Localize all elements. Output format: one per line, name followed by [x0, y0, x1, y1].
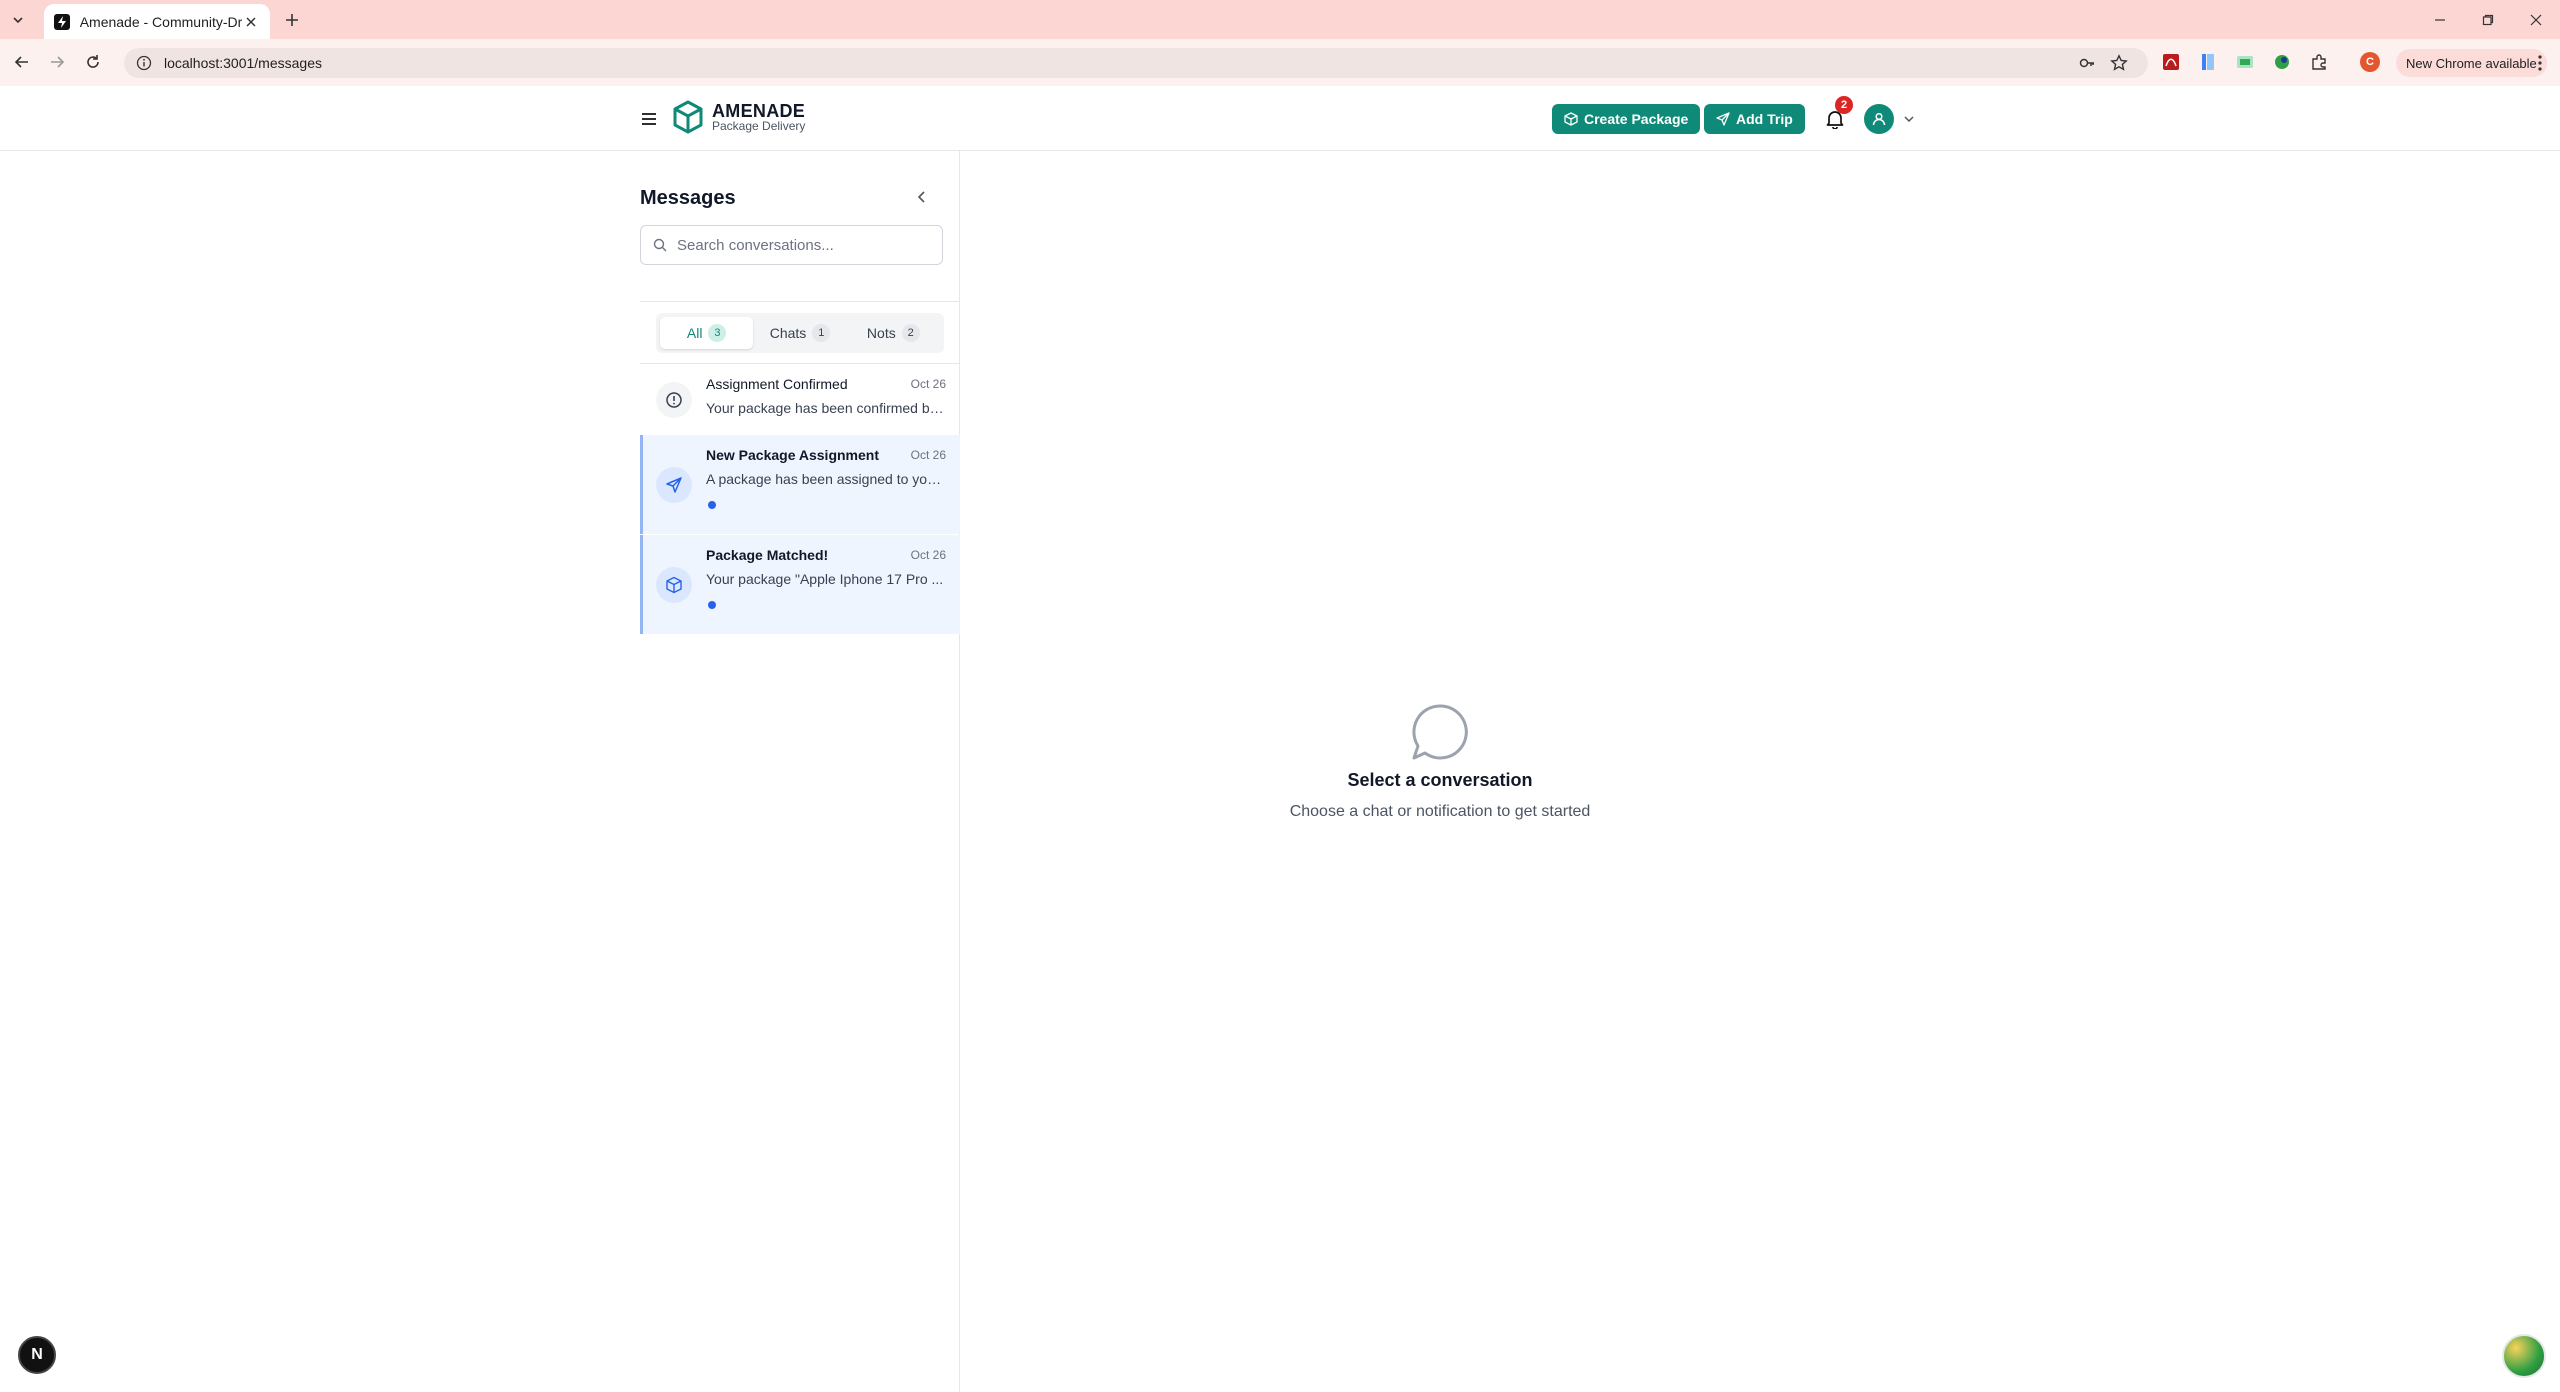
floating-widget-button[interactable]: [2502, 1334, 2546, 1378]
site-info-icon[interactable]: [136, 55, 152, 71]
chrome-update-button[interactable]: New Chrome available: [2396, 49, 2547, 77]
address-bar[interactable]: localhost:3001/messages: [124, 48, 2148, 78]
favicon-icon: [54, 13, 70, 30]
browser-menu-icon[interactable]: [2530, 52, 2550, 74]
create-package-button[interactable]: Create Package: [1552, 104, 1701, 134]
restore-icon[interactable]: [2464, 0, 2512, 39]
sheet-extension-icon[interactable]: [2234, 51, 2256, 73]
conversation-preview: Your package has been confirmed by...: [706, 400, 946, 416]
conversation-title: Package Matched!: [706, 547, 829, 563]
tab-search-icon[interactable]: [8, 10, 28, 30]
brand-tagline: Package Delivery: [712, 118, 806, 133]
conversation-item[interactable]: Package Matched! Oct 26 Your package "Ap…: [640, 535, 960, 634]
tab-nots[interactable]: Nots 2: [847, 317, 940, 349]
user-icon: [1872, 112, 1886, 126]
conversation-item[interactable]: Assignment Confirmed Oct 26 Your package…: [640, 364, 960, 434]
globe-extension-icon[interactable]: [2271, 51, 2293, 73]
tab-title: Amenade - Community-Driven: [79, 13, 243, 30]
empty-state: Select a conversation Choose a chat or n…: [960, 700, 1920, 821]
message-bubble-icon: [1412, 704, 1468, 760]
add-trip-label: Add Trip: [1736, 111, 1793, 127]
extensions-puzzle-icon[interactable]: [2308, 51, 2330, 73]
plane-icon: [1716, 112, 1730, 126]
browser-tabstrip: Amenade - Community-Driven: [0, 0, 2560, 39]
browser-tab[interactable]: Amenade - Community-Driven: [44, 4, 270, 39]
close-window-icon[interactable]: [2512, 0, 2560, 39]
new-tab-icon[interactable]: [282, 10, 302, 30]
tab-all[interactable]: All 3: [660, 317, 754, 349]
app-header: AMENADE Package Delivery Create Package …: [0, 86, 2560, 151]
tab-nots-label: Nots: [866, 325, 896, 341]
minimize-icon[interactable]: [2416, 0, 2464, 39]
search-conversations[interactable]: [640, 225, 943, 265]
tab-all-label: All: [686, 325, 703, 341]
tab-chats-label: Chats: [769, 325, 807, 341]
forward-icon[interactable]: [46, 51, 68, 73]
user-avatar[interactable]: [1864, 104, 1894, 134]
add-trip-button[interactable]: Add Trip: [1704, 104, 1805, 134]
unread-dot: [708, 501, 716, 509]
conversation-preview: Your package "Apple Iphone 17 Pro ...: [706, 571, 944, 587]
tab-chats-count: 1: [812, 324, 831, 342]
tab-nots-count: 2: [901, 324, 920, 342]
pdf-extension-icon[interactable]: [2160, 51, 2182, 73]
plane-icon: [656, 467, 692, 503]
package-icon: [1564, 112, 1578, 126]
chevron-down-icon[interactable]: [1902, 112, 1916, 126]
reload-icon[interactable]: [82, 51, 104, 73]
profile-avatar-icon[interactable]: C: [2359, 51, 2381, 73]
sidebar-title: Messages: [640, 187, 736, 209]
url-text: localhost:3001/messages: [164, 55, 322, 71]
create-package-label: Create Package: [1584, 111, 1689, 127]
back-icon[interactable]: [11, 51, 33, 73]
password-key-icon[interactable]: [2078, 54, 2096, 72]
messages-sidebar: Messages All 3 Chats 1 Nots 2 Assignment…: [640, 151, 960, 1392]
unread-dot: [708, 601, 716, 609]
conversation-date: Oct 26: [910, 448, 946, 462]
conversation-date: Oct 26: [910, 377, 946, 391]
update-label: New Chrome available: [2406, 55, 2537, 71]
brand-logo[interactable]: AMENADE Package Delivery: [672, 100, 805, 134]
bookmark-extension-icon[interactable]: [2197, 51, 2219, 73]
brand-name: AMENADE: [712, 100, 806, 121]
empty-state-title: Select a conversation: [1347, 770, 1533, 790]
tab-all-count: 3: [708, 324, 727, 342]
conversation-preview: A package has been assigned to you...: [706, 471, 946, 487]
alert-circle-icon: [656, 382, 692, 418]
conversation-item[interactable]: New Package Assignment Oct 26 A package …: [640, 435, 960, 534]
divider: [640, 301, 960, 302]
collapse-chevron-left-icon[interactable]: [912, 187, 932, 207]
empty-state-subtitle: Choose a chat or notification to get sta…: [1289, 803, 1591, 820]
profile-initial: C: [2360, 52, 2380, 72]
conversation-filter-tabs: All 3 Chats 1 Nots 2: [656, 313, 944, 353]
bookmark-star-icon[interactable]: [2110, 54, 2128, 72]
conversation-date: Oct 26: [910, 548, 946, 562]
notification-count-badge: 2: [1835, 96, 1853, 114]
conversation-title: Assignment Confirmed: [706, 376, 848, 392]
menu-hamburger-icon[interactable]: [638, 108, 660, 130]
search-input[interactable]: [677, 236, 927, 254]
package-icon: [656, 567, 692, 603]
cube-logo-icon: [673, 100, 703, 134]
dev-tools-badge[interactable]: N: [18, 1336, 56, 1374]
search-icon: [653, 238, 667, 252]
close-tab-icon[interactable]: [242, 13, 260, 31]
tab-chats[interactable]: Chats 1: [753, 317, 846, 349]
conversation-title: New Package Assignment: [706, 447, 879, 463]
